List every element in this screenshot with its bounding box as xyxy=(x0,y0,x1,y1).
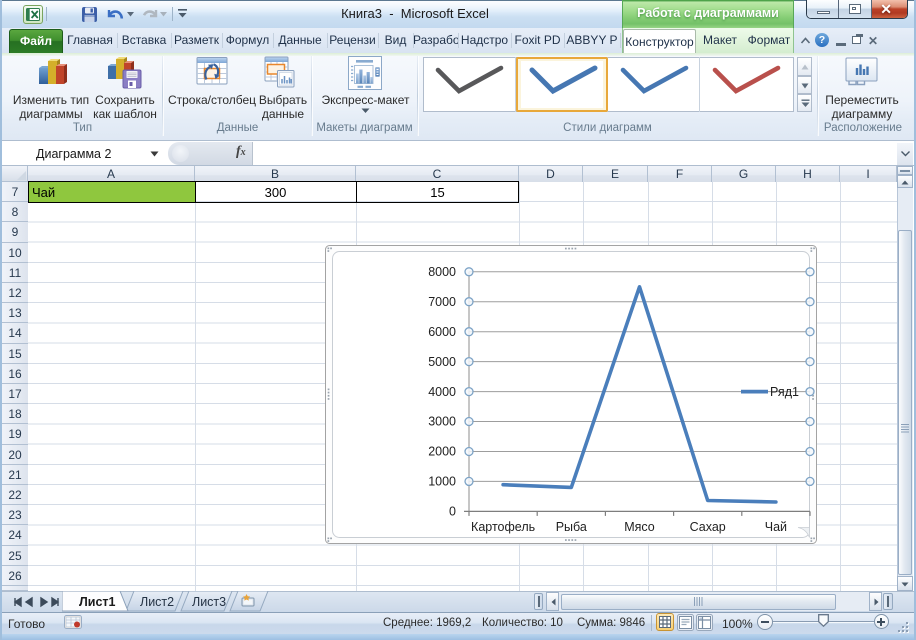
svg-text:Лист2: Лист2 xyxy=(140,595,174,609)
svg-text:Чай: Чай xyxy=(765,520,787,534)
svg-text:Картофель: Картофель xyxy=(471,520,535,534)
svg-text:Лист1: Лист1 xyxy=(79,595,116,609)
svg-text:Мясо: Мясо xyxy=(624,520,655,534)
svg-text:6000: 6000 xyxy=(428,325,456,339)
svg-text:Рыба: Рыба xyxy=(556,520,587,534)
svg-text:1000: 1000 xyxy=(428,475,456,489)
svg-text:7000: 7000 xyxy=(428,295,456,309)
svg-text:Ряд1: Ряд1 xyxy=(770,385,799,399)
svg-text:5000: 5000 xyxy=(428,355,456,369)
svg-text:3000: 3000 xyxy=(428,415,456,429)
svg-text:4000: 4000 xyxy=(428,385,456,399)
svg-text:Лист3: Лист3 xyxy=(192,595,226,609)
svg-text:Сахар: Сахар xyxy=(690,520,726,534)
svg-text:0: 0 xyxy=(449,505,456,519)
svg-text:8000: 8000 xyxy=(428,265,456,279)
svg-text:2000: 2000 xyxy=(428,445,456,459)
